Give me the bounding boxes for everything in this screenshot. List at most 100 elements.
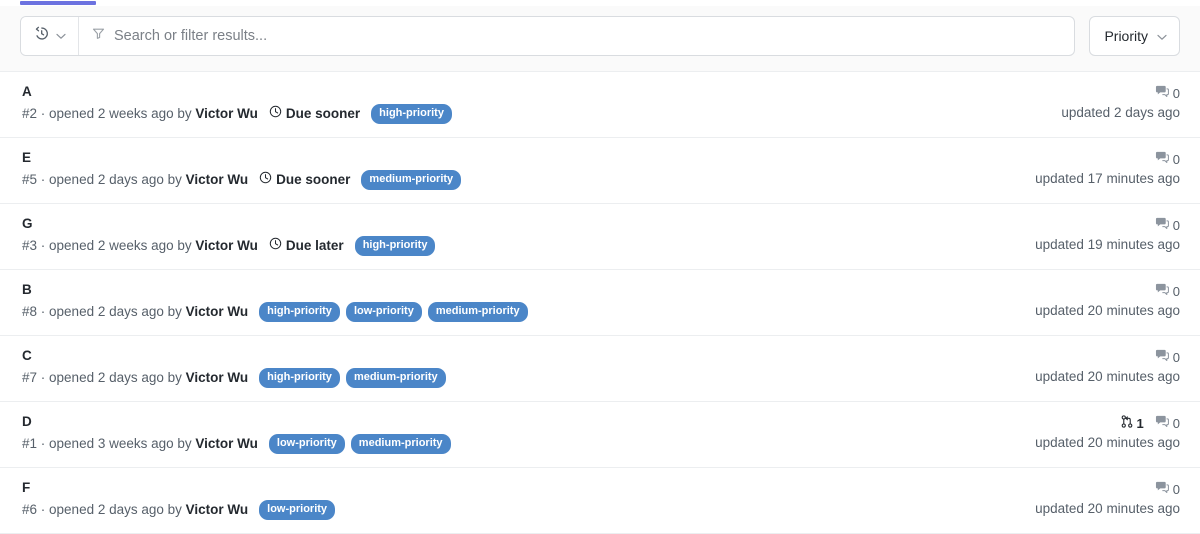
issue-author[interactable]: Victor Wu	[186, 303, 249, 321]
due-indicator: Due sooner	[259, 171, 350, 189]
comment-count[interactable]: 0	[1155, 85, 1180, 101]
comment-count[interactable]: 0	[1155, 151, 1180, 167]
updated-timestamp: updated 17 minutes ago	[1035, 170, 1180, 188]
label-badge[interactable]: high-priority	[371, 104, 452, 124]
comment-count-value: 0	[1173, 350, 1180, 365]
label-group: high-priority medium-priority	[259, 368, 446, 388]
search-history-button[interactable]	[21, 17, 79, 55]
issue-opened-text: opened 3 weeks ago by	[49, 435, 195, 453]
label-badge[interactable]: low-priority	[269, 434, 345, 454]
row-primary-column: C#7 · opened 2 days ago by Victor Wuhigh…	[22, 348, 446, 388]
issue-title[interactable]: E	[22, 150, 461, 166]
clock-icon	[259, 171, 272, 189]
issue-author[interactable]: Victor Wu	[195, 237, 258, 255]
label-badge[interactable]: high-priority	[259, 302, 340, 322]
table-row[interactable]: F #6 · opened 2 days ago by Victor Wulow-…	[0, 468, 1200, 534]
label-badge[interactable]: high-priority	[355, 236, 436, 256]
issue-title[interactable]: A	[22, 84, 452, 100]
issue-author[interactable]: Victor Wu	[186, 369, 249, 387]
due-label: Due sooner	[286, 105, 360, 123]
priority-filter-dropdown[interactable]: Priority	[1089, 16, 1180, 56]
updated-timestamp: updated 20 minutes ago	[1035, 368, 1180, 386]
issue-opened-text: opened 2 days ago by	[49, 303, 186, 321]
updated-timestamp: updated 20 minutes ago	[1035, 434, 1180, 452]
label-badge[interactable]: medium-priority	[351, 434, 451, 454]
meta-separator: ·	[37, 303, 49, 321]
issue-number: #6	[22, 501, 37, 519]
row-primary-column: D #1 · opened 3 weeks ago by Victor Wulow…	[22, 414, 451, 454]
row-secondary-column: 0 updated 17 minutes ago	[1035, 150, 1180, 188]
updated-timestamp: updated 19 minutes ago	[1035, 236, 1180, 254]
issue-meta: #1 · opened 3 weeks ago by Victor Wulow-…	[22, 434, 451, 454]
issue-title[interactable]: C	[22, 348, 446, 364]
search-filter-group	[20, 16, 1075, 56]
search-input[interactable]	[114, 28, 1074, 44]
issue-number: #2	[22, 105, 37, 123]
tab-strip	[0, 0, 1200, 6]
label-group: medium-priority	[361, 170, 461, 190]
issue-meta: #3 · opened 2 weeks ago by Victor Wu Due …	[22, 236, 435, 256]
table-row[interactable]: A#2 · opened 2 weeks ago by Victor WuDue…	[0, 72, 1200, 138]
pull-request-count[interactable]: 1	[1121, 415, 1144, 431]
issue-number: #1	[22, 435, 37, 453]
label-badge[interactable]: medium-priority	[346, 368, 446, 388]
issue-number: #8	[22, 303, 37, 321]
comment-icon	[1155, 481, 1169, 497]
comment-count-value: 0	[1173, 152, 1180, 167]
row-secondary-column: 0updated 20 minutes ago	[1035, 480, 1180, 518]
row-counts: 0	[1155, 217, 1180, 233]
search-input-wrap	[79, 17, 1074, 55]
comment-count[interactable]: 0	[1155, 415, 1180, 431]
due-label: Due later	[286, 237, 344, 255]
row-primary-column: B #8 · opened 2 days ago by Victor Wu high…	[22, 282, 528, 322]
label-badge[interactable]: high-priority	[259, 368, 340, 388]
issue-meta: #6 · opened 2 days ago by Victor Wulow-p…	[22, 500, 335, 520]
table-row[interactable]: B #8 · opened 2 days ago by Victor Wu high…	[0, 270, 1200, 336]
comment-count[interactable]: 0	[1155, 481, 1180, 497]
label-badge[interactable]: medium-priority	[361, 170, 461, 190]
comment-count[interactable]: 0	[1155, 217, 1180, 233]
issue-author[interactable]: Victor Wu	[195, 105, 258, 123]
issue-author[interactable]: Victor Wu	[195, 435, 258, 453]
comment-count[interactable]: 0	[1155, 283, 1180, 299]
issue-author[interactable]: Victor Wu	[186, 171, 249, 189]
chevron-down-icon	[1157, 28, 1167, 44]
label-group: low-priority medium-priority	[269, 434, 451, 454]
label-badge[interactable]: low-priority	[346, 302, 422, 322]
row-counts: 0	[1155, 349, 1180, 365]
label-badge[interactable]: low-priority	[259, 500, 335, 520]
updated-timestamp: updated 2 days ago	[1061, 104, 1180, 122]
label-badge[interactable]: medium-priority	[428, 302, 528, 322]
row-primary-column: A#2 · opened 2 weeks ago by Victor WuDue…	[22, 84, 452, 124]
comment-count[interactable]: 0	[1155, 349, 1180, 365]
meta-separator: ·	[37, 237, 49, 255]
history-rewind-icon	[34, 26, 49, 46]
row-counts: 0	[1155, 481, 1180, 497]
issue-number: #7	[22, 369, 37, 387]
row-secondary-column: 0 updated 2 days ago	[1061, 84, 1180, 122]
issue-title[interactable]: G	[22, 216, 435, 232]
comment-icon	[1155, 151, 1169, 167]
table-row[interactable]: E#5 · opened 2 days ago by Victor WuDue …	[0, 138, 1200, 204]
issue-opened-text: opened 2 weeks ago by	[49, 237, 195, 255]
row-secondary-column: 0 updated 19 minutes ago	[1035, 216, 1180, 254]
table-row[interactable]: G #3 · opened 2 weeks ago by Victor Wu Due…	[0, 204, 1200, 270]
updated-timestamp: updated 20 minutes ago	[1035, 302, 1180, 320]
issue-title[interactable]: F	[22, 480, 335, 496]
due-label: Due sooner	[276, 171, 350, 189]
row-secondary-column: 0 updated 20 minutes ago	[1035, 348, 1180, 386]
comment-count-value: 0	[1173, 482, 1180, 497]
issue-title[interactable]: D	[22, 414, 451, 430]
issue-title[interactable]: B	[22, 282, 528, 298]
pull-request-count-value: 1	[1137, 416, 1144, 431]
table-row[interactable]: C#7 · opened 2 days ago by Victor Wuhigh…	[0, 336, 1200, 402]
issue-author[interactable]: Victor Wu	[186, 501, 249, 519]
row-secondary-column: 10 updated 20 minutes ago	[1035, 414, 1180, 452]
comment-count-value: 0	[1173, 284, 1180, 299]
table-row[interactable]: D #1 · opened 3 weeks ago by Victor Wulow…	[0, 402, 1200, 468]
issue-number: #3	[22, 237, 37, 255]
issue-meta: #8 · opened 2 days ago by Victor Wu high-…	[22, 302, 528, 322]
clock-icon	[269, 105, 282, 123]
issue-opened-text: opened 2 days ago by	[49, 501, 186, 519]
filter-funnel-icon	[92, 27, 105, 45]
